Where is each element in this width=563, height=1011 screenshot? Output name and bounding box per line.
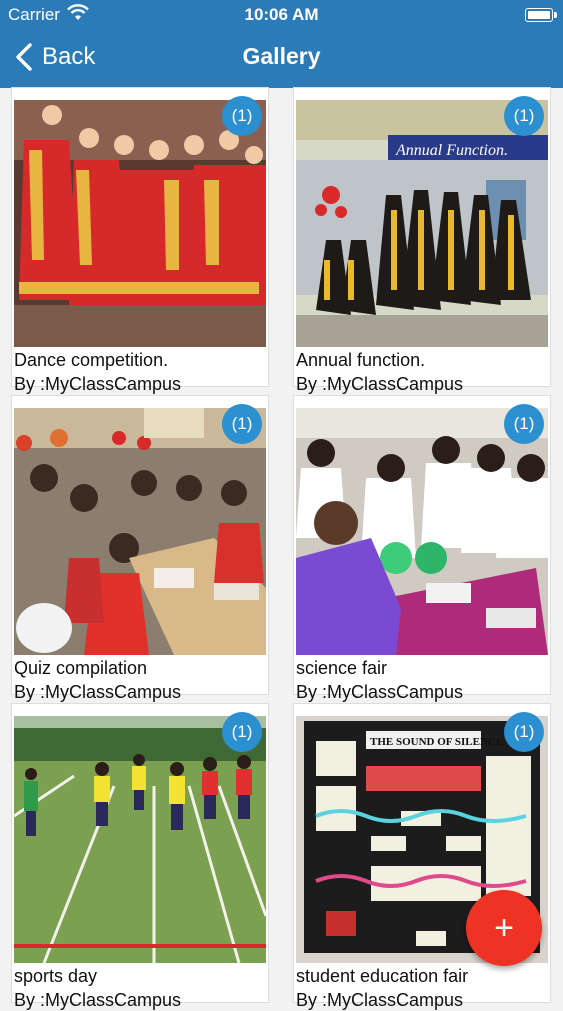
status-bar: Carrier 10:06 AM (0, 0, 563, 30)
album-photo (14, 716, 266, 963)
album-author: By :MyClassCampus (14, 682, 182, 702)
photo-count-badge: (1) (222, 712, 262, 752)
album-author: By :MyClassCampus (296, 682, 464, 702)
battery-icon (525, 8, 557, 22)
photo-count-badge: (1) (504, 404, 544, 444)
album-author: By :MyClassCampus (14, 374, 182, 394)
album-photo (296, 408, 548, 655)
album-photo (14, 100, 266, 347)
album-title: student education fair (296, 966, 469, 986)
photo-count-badge: (1) (504, 712, 544, 752)
album-title: Quiz compilation (14, 658, 148, 678)
photo-count-badge: (1) (222, 96, 262, 136)
banner-text: Annual Function. (395, 142, 508, 159)
album-title: science fair (296, 658, 388, 678)
poster-title: THE SOUND OF SILENCE (370, 736, 503, 748)
album-photo: Annual Function. (296, 100, 548, 347)
clock: 10:06 AM (244, 5, 319, 24)
album-title: sports day (14, 966, 98, 986)
album-title: Annual function. (296, 350, 426, 370)
nav-bar: Carrier 10:06 AM Back Gallery (0, 0, 563, 88)
photo-count-badge: (1) (222, 404, 262, 444)
add-album-button[interactable]: + (466, 890, 542, 966)
page-title: Gallery (242, 43, 321, 69)
gallery-card-science-fair[interactable]: (1) science fair By :MyClassCampus (294, 396, 550, 702)
photo-count-badge: (1) (504, 96, 544, 136)
gallery-grid: (1) Dance competition. By :MyClassCampus… (0, 88, 563, 1010)
album-author: By :MyClassCampus (296, 374, 464, 394)
gallery-card-annual-function[interactable]: Annual Function. (1) Annual function. By… (294, 88, 550, 394)
gallery-card-sports-day[interactable]: (1) sports day By :MyClassCampus (12, 704, 268, 1010)
gallery-card-quiz-compilation[interactable]: (1) Quiz compilation By :MyClassCampus (12, 396, 268, 702)
album-author: By :MyClassCampus (14, 990, 182, 1010)
gallery-card-dance-competition[interactable]: (1) Dance competition. By :MyClassCampus (12, 88, 268, 394)
plus-icon: + (494, 908, 514, 947)
album-title: Dance competition. (14, 350, 169, 370)
album-author: By :MyClassCampus (296, 990, 464, 1010)
album-photo (14, 408, 266, 655)
